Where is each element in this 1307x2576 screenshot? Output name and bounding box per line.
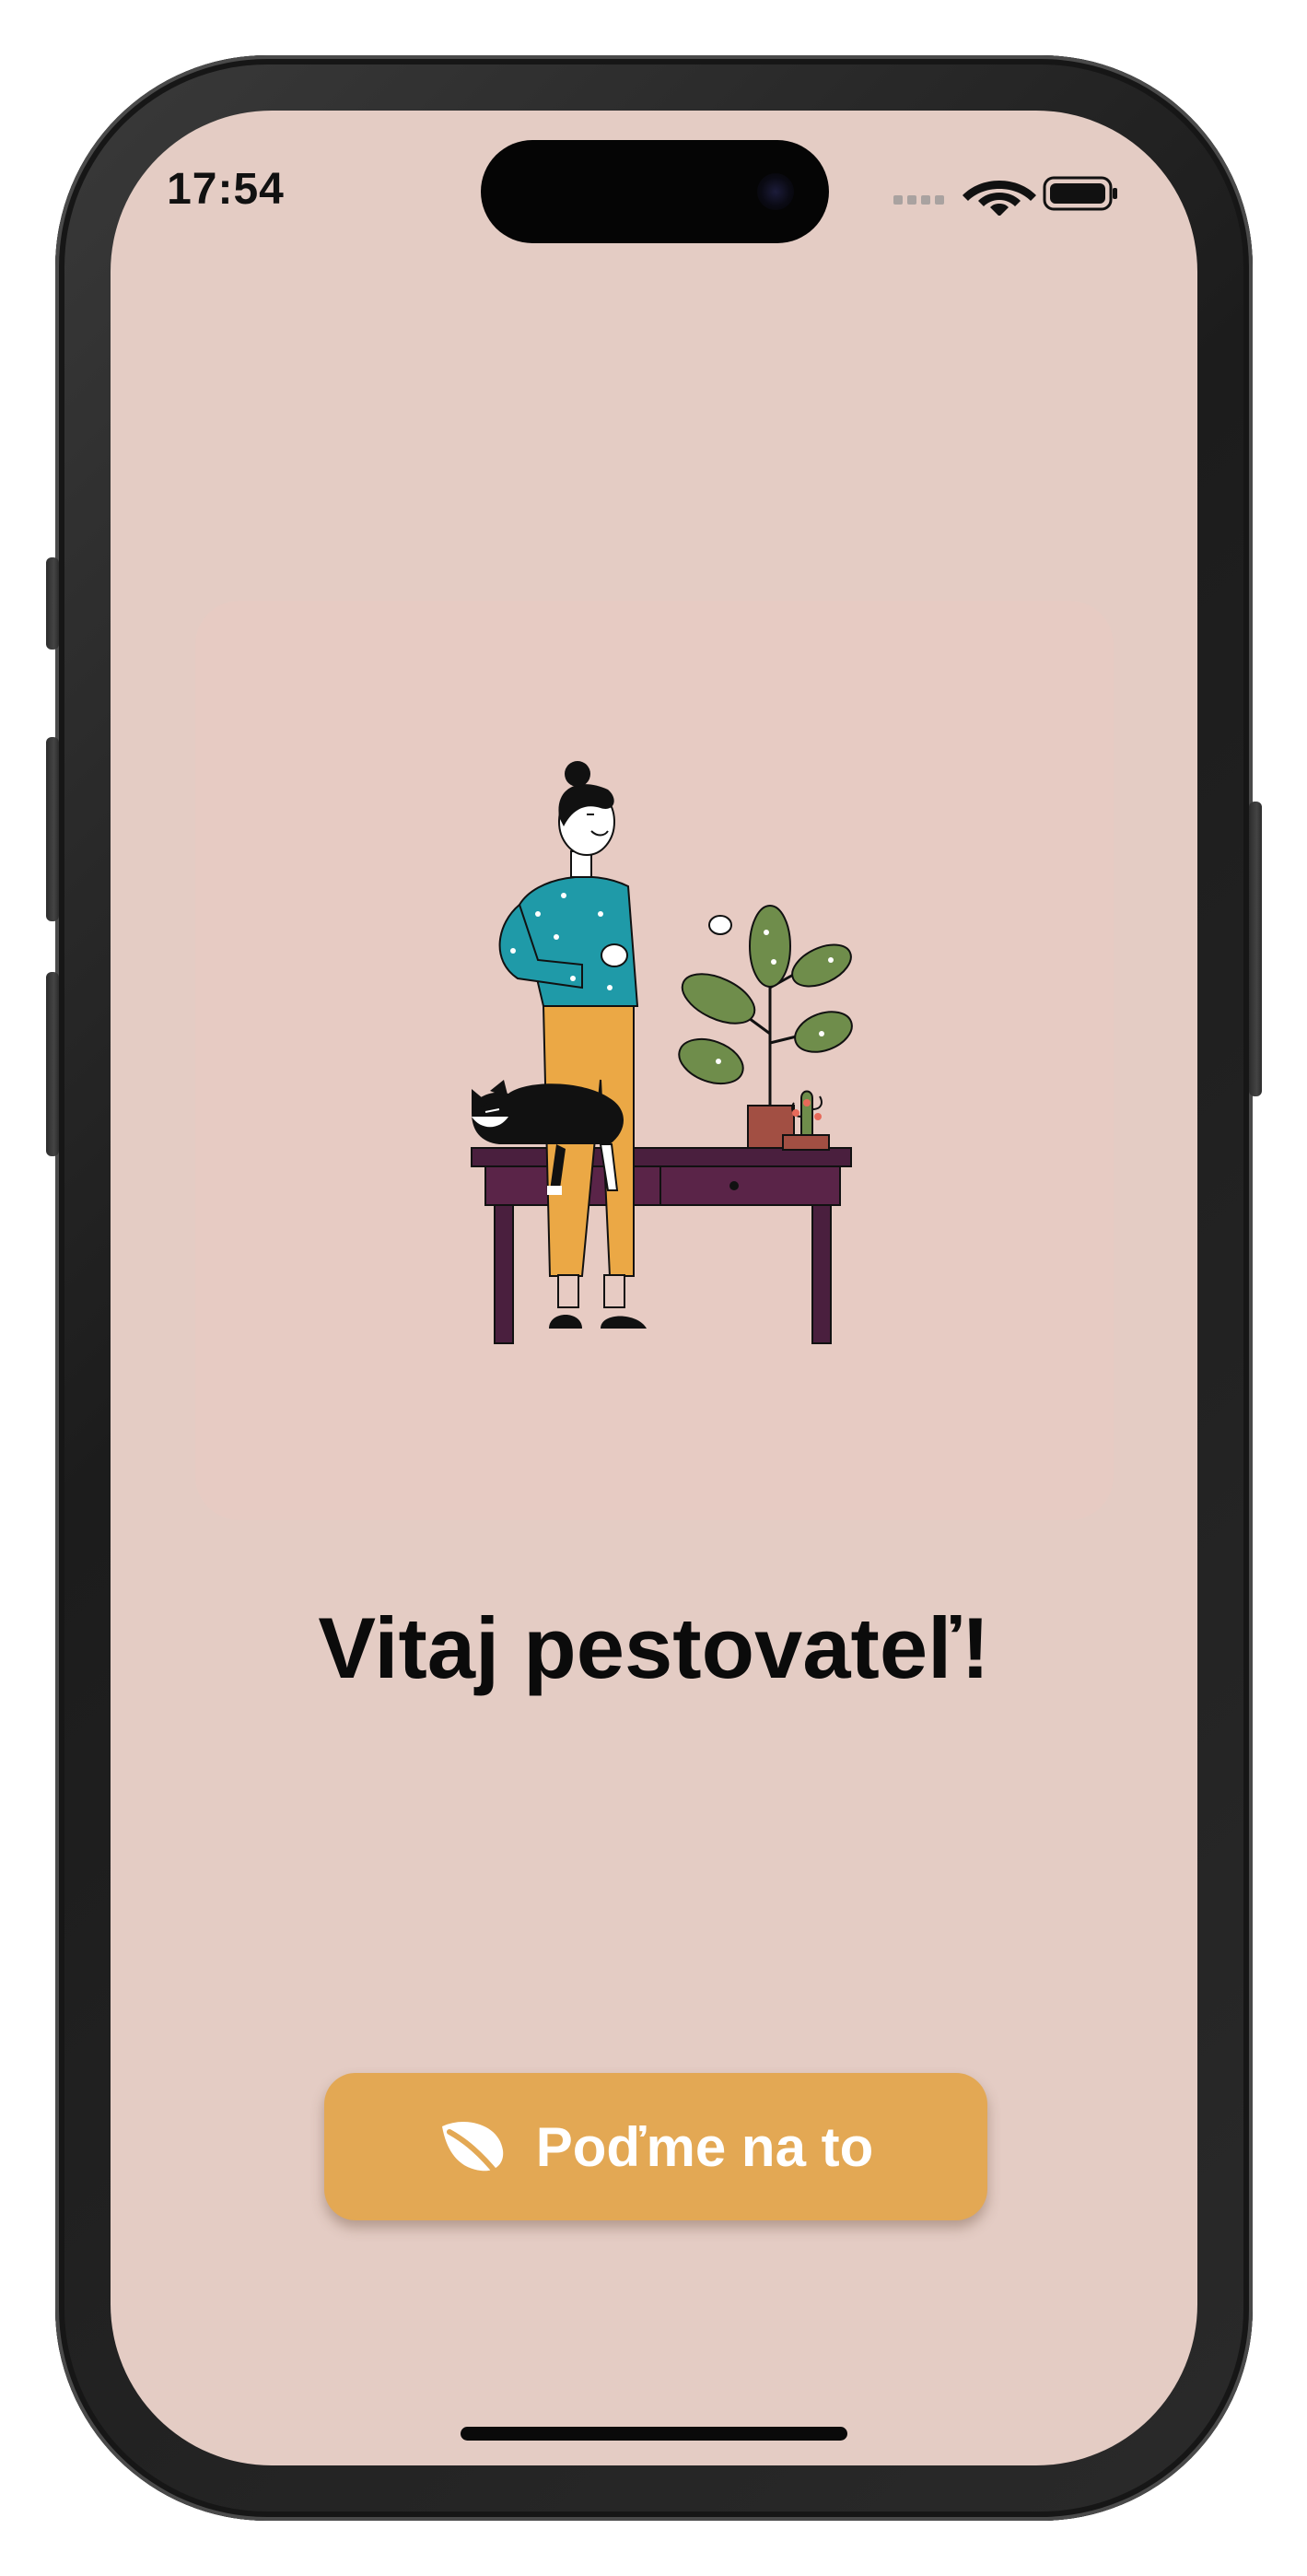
action-button xyxy=(46,557,59,650)
status-indicators xyxy=(889,170,1119,217)
wifi-icon xyxy=(963,181,1036,217)
volume-down-button xyxy=(46,972,59,1156)
volume-up-button xyxy=(46,737,59,921)
battery-icon xyxy=(1043,176,1117,211)
illustration-card xyxy=(195,601,1114,1520)
cellular-signal-icon xyxy=(893,195,944,205)
front-camera-icon xyxy=(757,173,794,210)
woman-watering-plants-illustration xyxy=(471,761,853,1344)
home-indicator[interactable] xyxy=(461,2427,847,2441)
lets-start-label: Poďme na to xyxy=(535,2115,874,2178)
power-button xyxy=(1249,802,1262,1096)
status-time: 17:54 xyxy=(167,165,285,214)
welcome-title: Vitaj pestovateľ! xyxy=(318,1599,990,1696)
leaf-icon xyxy=(441,2122,503,2176)
lets-start-button[interactable]: Poďme na to xyxy=(324,2073,987,2220)
dynamic-island xyxy=(481,140,829,243)
